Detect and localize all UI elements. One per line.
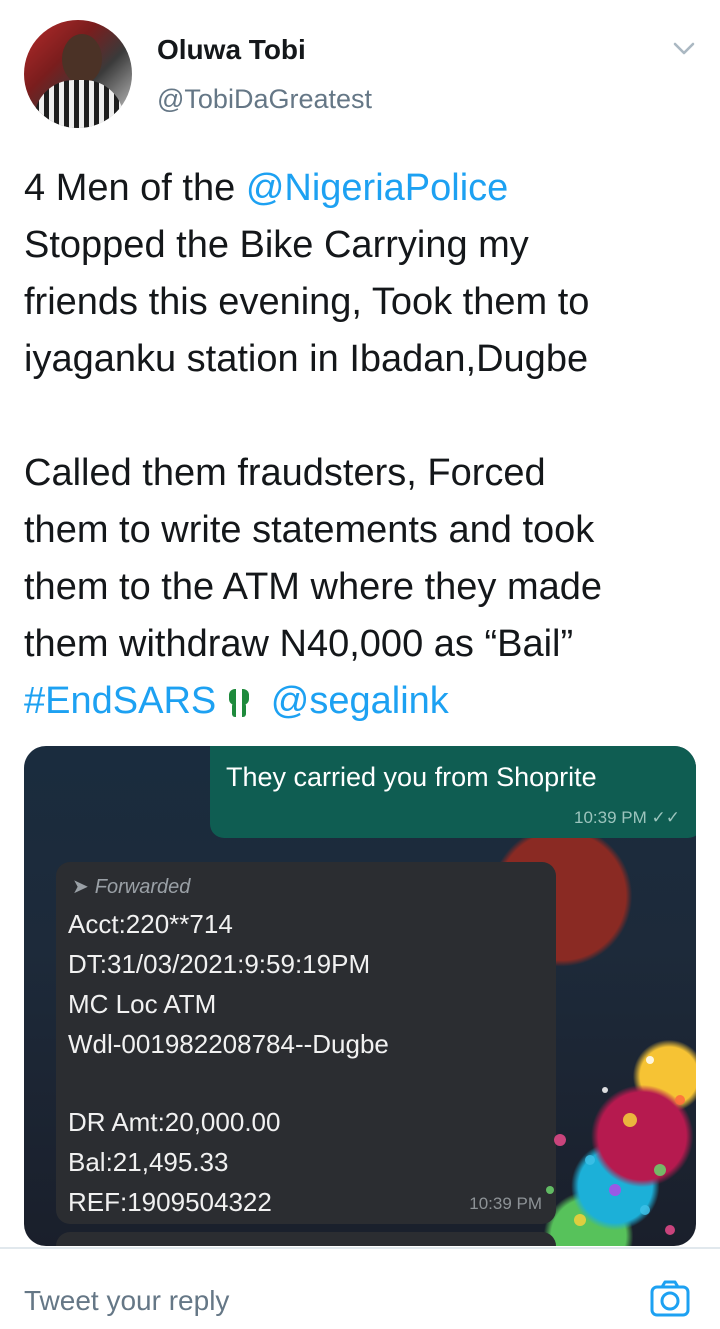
tweet-line: them to write statements and took xyxy=(24,509,595,551)
sms-line: Wdl-001982208784--Dugbe xyxy=(68,1029,389,1059)
sms-line: Acct:220**714 xyxy=(68,909,233,939)
avatar-face xyxy=(62,34,102,84)
tweet-line: 4 Men of the @NigeriaPolice xyxy=(24,160,704,217)
outgoing-message-text: They carried you from Shoprite xyxy=(226,762,597,792)
forwarded-text: Forwarded xyxy=(94,876,191,898)
reply-input[interactable]: Tweet your reply xyxy=(24,1285,229,1317)
chevron-down-icon[interactable] xyxy=(670,34,698,62)
glitter-dress-decoration xyxy=(546,1056,685,1235)
tweet-text-span: 4 Men of the xyxy=(24,167,246,209)
tweet-line: them to the ATM where they made xyxy=(24,566,603,608)
sms-blank-line xyxy=(68,1064,389,1102)
time-text: 10:39 PM xyxy=(574,808,647,827)
outgoing-message-bubble: They carried you from Shoprite 10:39 PM … xyxy=(210,746,696,838)
next-message-bubble xyxy=(56,1232,556,1246)
sms-lines: Acct:220**714 DT:31/03/2021:9:59:19PM MC… xyxy=(68,904,389,1222)
sms-line: DT:31/03/2021:9:59:19PM xyxy=(68,949,371,979)
endsars-fist-icon xyxy=(229,689,250,717)
sms-line: MC Loc ATM xyxy=(68,989,217,1019)
avatar-shirt xyxy=(34,80,124,128)
forward-arrow-icon: ➤ xyxy=(72,876,89,898)
tweet-line: them withdraw N40,000 as “Bail” xyxy=(24,623,574,665)
camera-icon[interactable] xyxy=(648,1277,692,1321)
tweet-line: #EndSARS @segalink xyxy=(24,673,704,730)
tweet-line: iyaganku station in Ibadan,Dugbe xyxy=(24,338,589,380)
sms-line: Bal:21,495.33 xyxy=(68,1147,229,1177)
author-name[interactable]: Oluwa Tobi xyxy=(157,34,306,66)
mention-link[interactable]: @NigeriaPolice xyxy=(246,167,508,209)
tweet-line: Called them fraudsters, Forced xyxy=(24,452,546,494)
sms-line: DR Amt:20,000.00 xyxy=(68,1107,281,1137)
hashtag-link[interactable]: #EndSARS xyxy=(24,680,216,722)
tweet-header: Oluwa Tobi @TobiDaGreatest xyxy=(0,0,720,140)
outgoing-message-time: 10:39 PM ✓✓ xyxy=(574,808,680,828)
author-handle[interactable]: @TobiDaGreatest xyxy=(157,84,372,115)
forwarded-label: ➤ Forwarded xyxy=(72,874,190,899)
avatar[interactable] xyxy=(24,20,132,128)
reply-bar: Tweet your reply xyxy=(0,1247,720,1329)
sms-line: REF:1909504322 xyxy=(68,1187,272,1217)
mention-link[interactable]: @segalink xyxy=(271,680,449,722)
tweet-line: Stopped the Bike Carrying my xyxy=(24,224,529,266)
tweet-text: 4 Men of the @NigeriaPolice Stopped the … xyxy=(24,160,704,730)
forwarded-message-bubble: ➤ Forwarded Acct:220**714 DT:31/03/2021:9… xyxy=(56,862,556,1224)
double-check-icon: ✓✓ xyxy=(651,808,681,827)
tweet-line: friends this evening, Took them to xyxy=(24,281,590,323)
